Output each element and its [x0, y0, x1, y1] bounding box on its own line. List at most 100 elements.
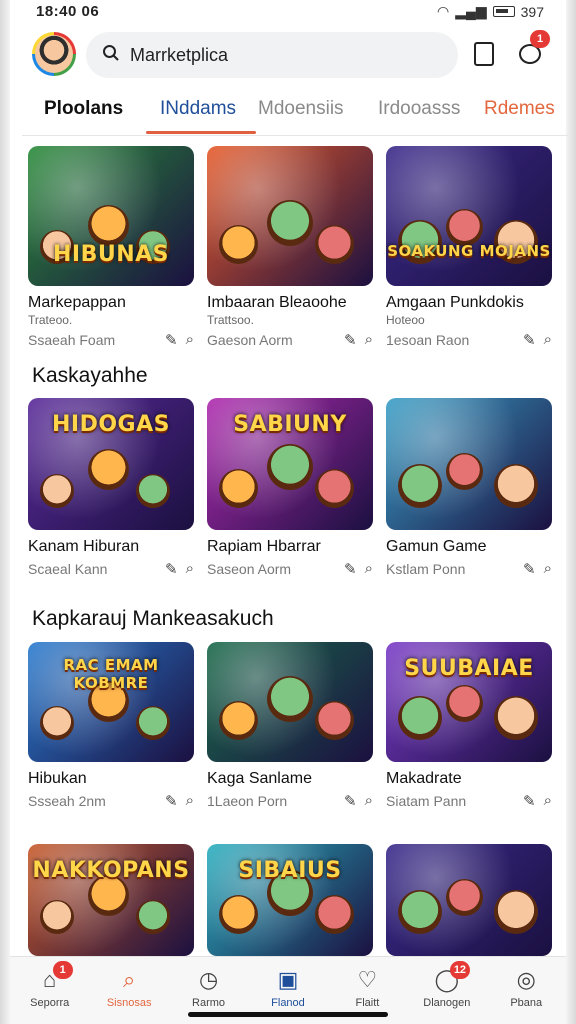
nav-item-dlanogen[interactable]: ◯ 12 Dlanogen [407, 957, 486, 1024]
game-card[interactable]: Imbaaran Bleaoohe Trattsoo. Gaeson Aorm ✎ ⌕ [207, 146, 373, 349]
game-title[interactable]: Kaga Sanlame [207, 770, 373, 788]
cartoon-character [446, 879, 483, 916]
game-title[interactable]: Imbaaran Bleaoohe [207, 294, 373, 312]
game-thumbnail[interactable] [386, 398, 552, 530]
cartoon-character [136, 900, 170, 934]
edit-icon[interactable]: ✎ [344, 331, 357, 349]
cartoon-character [398, 464, 442, 508]
game-title[interactable]: Rapiam Hbarrar [207, 538, 373, 556]
game-card[interactable]: SABIUNY Rapiam Hbarrar Saseon Aorm ✎ ⌕ [207, 398, 373, 578]
game-thumbnail[interactable]: SABIUNY [207, 398, 373, 530]
edit-icon[interactable]: ✎ [523, 560, 536, 578]
edit-icon[interactable]: ✎ [523, 792, 536, 810]
chat-button[interactable]: 1 [516, 30, 550, 68]
nav-label: Flaitt [355, 997, 380, 1009]
edit-icon[interactable]: ✎ [165, 560, 178, 578]
edit-icon[interactable]: ✎ [344, 560, 357, 578]
cartoon-character [219, 895, 258, 934]
search-bar[interactable]: Marrketplica [86, 32, 458, 78]
game-thumbnail[interactable]: SIBAIUS [207, 844, 373, 956]
game-title[interactable]: Gamun Game [386, 538, 552, 556]
game-card[interactable]: Kaga Sanlame 1Laeon Porn ✎ ⌕ [207, 642, 373, 810]
nav-label: Sisnosas [106, 997, 152, 1009]
game-card[interactable]: HIDOGAS Kanam Hiburan Scaeal Kann ✎ ⌕ [28, 398, 194, 578]
game-thumbnail[interactable]: RAC EMAM KOBMRE [28, 642, 194, 762]
game-title[interactable]: Markepappan [28, 294, 194, 312]
card-actions: ✎ ⌕ [165, 792, 194, 810]
profile-icon: ◎ [516, 967, 536, 992]
game-thumbnail[interactable]: SUUBAIAE [386, 642, 552, 762]
search-icon: ⌕ [122, 967, 136, 992]
cartoon-character [446, 209, 483, 246]
nav-item-pbana[interactable]: ◎ Pbana [487, 957, 566, 1024]
edit-icon[interactable]: ✎ [165, 331, 178, 349]
game-logo-text: SABIUNY [233, 412, 347, 437]
tab-3[interactable]: Irdooasss [378, 98, 460, 120]
game-logo-text: SUUBAIAE [404, 656, 534, 681]
search-icon[interactable]: ⌕ [186, 331, 194, 349]
game-thumbnail[interactable] [207, 146, 373, 286]
game-title[interactable]: Hibukan [28, 770, 194, 788]
game-meta-text: 1Laeon Porn [207, 793, 288, 809]
game-title[interactable]: Kanam Hiburan [28, 538, 194, 556]
status-time: 18:40 06 [36, 3, 100, 20]
game-meta-text: Ssaeah Foam [28, 332, 116, 348]
nav-item-sisnosas[interactable]: ⌕ Sisnosas [89, 957, 168, 1024]
cartoon-character [267, 444, 313, 490]
tab-4[interactable]: Rdemes [484, 98, 555, 120]
game-card[interactable]: SOAKUNG MOJANS Amgaan Punkdokis Hoteoo 1eso… [386, 146, 552, 349]
avatar[interactable] [32, 32, 76, 76]
edit-icon[interactable]: ✎ [523, 331, 536, 349]
game-thumbnail[interactable] [386, 844, 552, 956]
game-thumbnail[interactable]: SOAKUNG MOJANS [386, 146, 552, 286]
cartoon-character [494, 890, 538, 934]
game-card[interactable]: SUUBAIAE Makadrate Siatam Pann ✎ ⌕ [386, 642, 552, 810]
search-icon[interactable]: ⌕ [186, 560, 194, 578]
card-actions: ✎ ⌕ [523, 560, 552, 578]
search-icon[interactable]: ⌕ [544, 792, 552, 810]
search-icon[interactable]: ⌕ [186, 792, 194, 810]
game-card[interactable] [386, 844, 552, 956]
nav-item-seporra[interactable]: ⌂ 1 Seporra [10, 957, 89, 1024]
avatar-face [35, 35, 73, 73]
game-card[interactable]: RAC EMAM KOBMRE Hibukan Ssseah 2nm ✎ ⌕ [28, 642, 194, 810]
edit-icon[interactable]: ✎ [344, 792, 357, 810]
cartoon-character [136, 706, 170, 740]
tab-1[interactable]: INddams [145, 98, 257, 134]
game-thumbnail[interactable] [207, 642, 373, 762]
search-icon[interactable]: ⌕ [544, 331, 552, 349]
card-actions: ✎ ⌕ [344, 792, 373, 810]
bookmark-button[interactable] [470, 40, 498, 68]
game-meta: Saseon Aorm ✎ ⌕ [207, 560, 373, 578]
card-actions: ✎ ⌕ [523, 792, 552, 810]
tab-0[interactable]: Ploolans [44, 98, 123, 120]
cartoon-character [88, 205, 129, 246]
game-card[interactable]: HIBUNAS Markepappan Trateoo. Ssaeah Foam ✎ ⌕ [28, 146, 194, 349]
game-meta-text: Gaeson Aorm [207, 332, 293, 348]
battery-icon [492, 6, 515, 17]
tab-2[interactable]: Mdoensiis [258, 98, 344, 120]
game-card[interactable]: Gamun Game Kstlam Ponn ✎ ⌕ [386, 398, 552, 578]
game-card[interactable]: SIBAIUS [207, 844, 373, 956]
nav-badge: 12 [449, 961, 471, 979]
game-subtitle: Trateoo. [28, 313, 73, 327]
game-thumbnail[interactable]: NAKKOPANS [28, 844, 194, 956]
game-title[interactable]: Amgaan Punkdokis [386, 294, 552, 312]
nav-label: Pbana [510, 997, 543, 1009]
search-icon[interactable]: ⌕ [544, 560, 552, 578]
search-icon[interactable]: ⌕ [365, 792, 373, 810]
search-icon[interactable]: ⌕ [365, 560, 373, 578]
game-card[interactable]: NAKKOPANS [28, 844, 194, 956]
home-indicator[interactable] [188, 1012, 388, 1017]
game-title[interactable]: Makadrate [386, 770, 552, 788]
game-meta: Kstlam Ponn ✎ ⌕ [386, 560, 552, 578]
edit-icon[interactable]: ✎ [165, 792, 178, 810]
game-thumbnail[interactable]: HIDOGAS [28, 398, 194, 530]
game-thumbnail[interactable]: HIBUNAS [28, 146, 194, 286]
status-bar: 18:40 06 ◠ ▂▄▆ 397 [0, 0, 576, 26]
search-icon[interactable]: ⌕ [365, 331, 373, 349]
tab-label: Rdemes [484, 98, 555, 119]
category-tabs: Ploolans INddams Mdoensiis Irdooasss Rde… [22, 88, 568, 136]
search-input[interactable]: Marrketplica [130, 45, 228, 66]
section-title: Kapkarauj Mankeasakuch [32, 607, 274, 630]
